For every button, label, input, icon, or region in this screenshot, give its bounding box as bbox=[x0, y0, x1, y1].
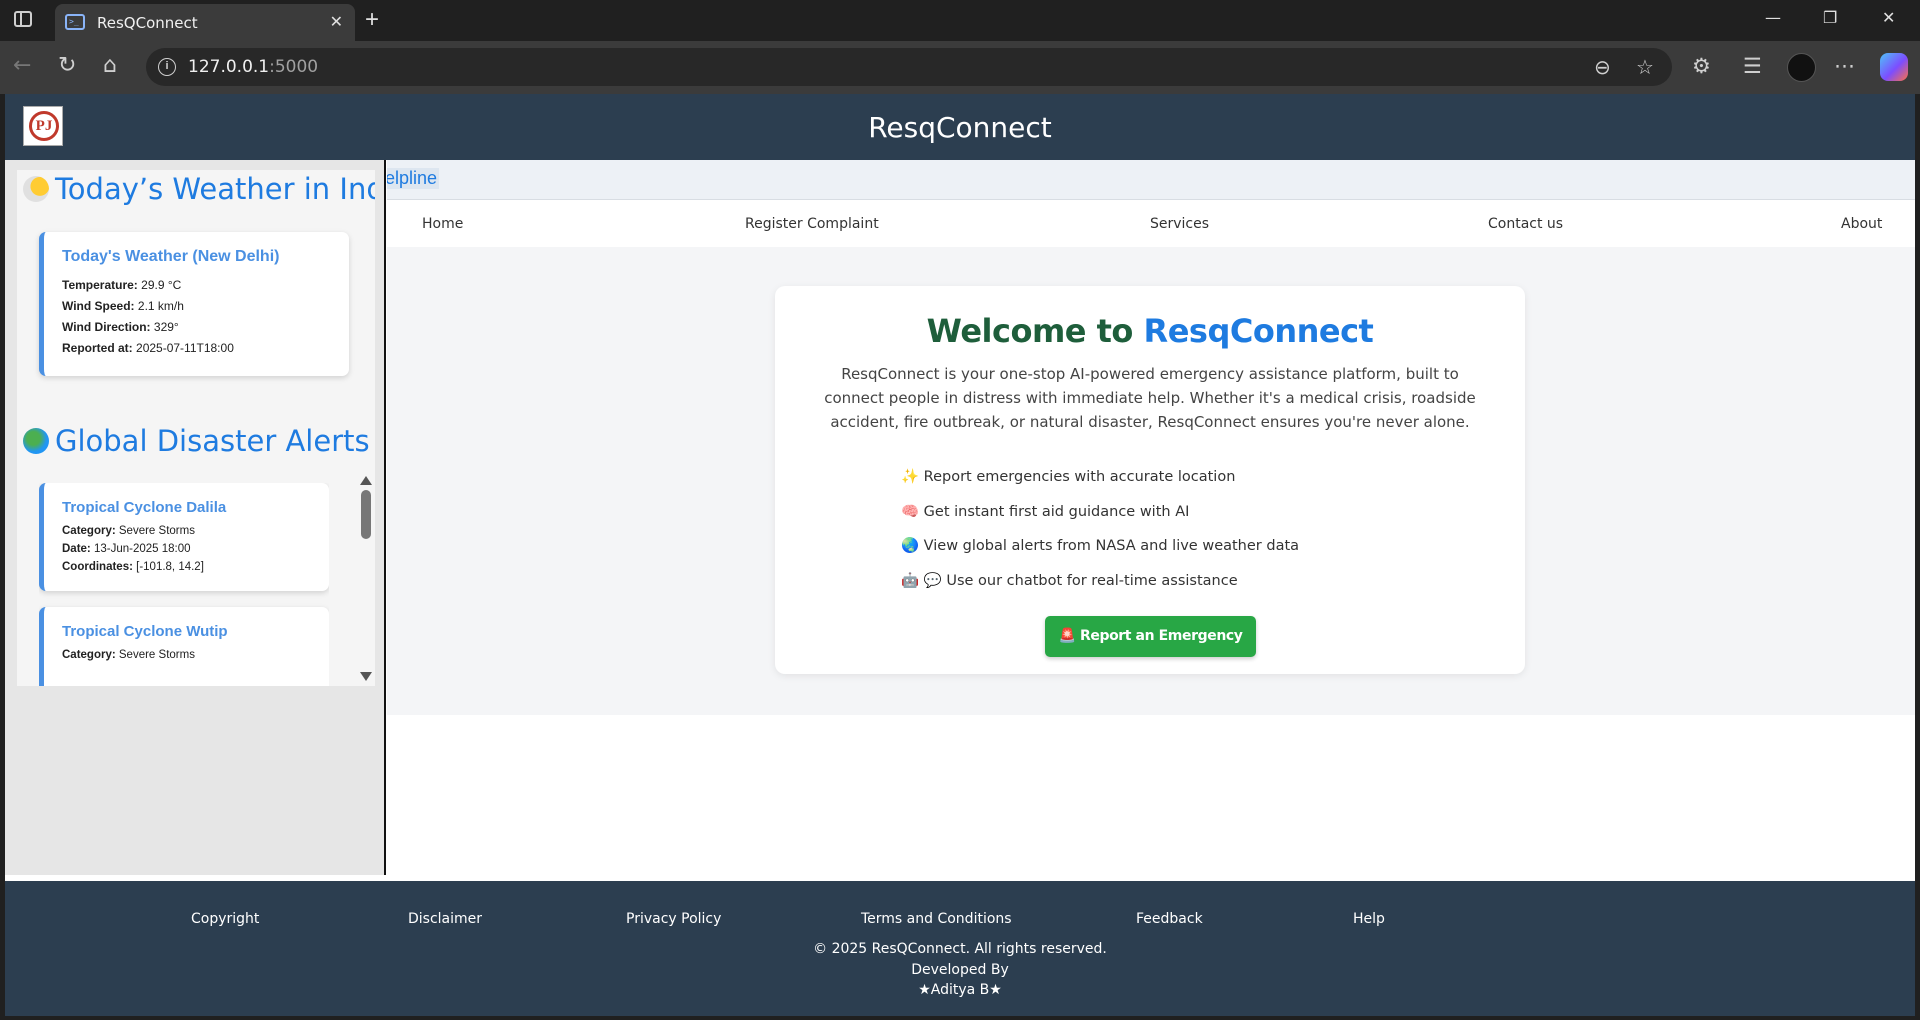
alert-coordinates: Coordinates: [-101.8, 14.2] bbox=[62, 561, 204, 573]
main-nav: Home Register Complaint Services Contact… bbox=[387, 201, 1915, 247]
zoom-out-icon[interactable]: ⊖ bbox=[1594, 55, 1611, 79]
report-emergency-button[interactable]: 🚨 Report an Emergency bbox=[1045, 616, 1256, 657]
welcome-card: Welcome to ResqConnect ResqConnect is yo… bbox=[775, 286, 1525, 674]
weather-temperature: Temperature: 29.9 °C bbox=[62, 278, 182, 292]
alert-card[interactable]: Tropical Cyclone Wutip Category: Severe … bbox=[39, 607, 329, 686]
alerts-heading: Global Disaster Alerts bbox=[23, 424, 370, 458]
nav-register-complaint[interactable]: Register Complaint bbox=[745, 216, 879, 232]
footer-copyright-link[interactable]: Copyright bbox=[191, 911, 259, 927]
feature-item: 🌏 View global alerts from NASA and live … bbox=[901, 538, 1300, 554]
reload-icon[interactable]: ↻ bbox=[58, 55, 76, 77]
site-title: ResqConnect bbox=[868, 111, 1052, 144]
welcome-description: ResqConnect is your one-stop AI-powered … bbox=[824, 365, 1476, 431]
new-tab-button[interactable]: + bbox=[365, 6, 379, 34]
feature-item: ✨ Report emergencies with accurate locat… bbox=[901, 469, 1236, 485]
sidebar-scroll-area[interactable]: Today’s Weather in India Today's Weather… bbox=[17, 170, 375, 686]
helpline-marquee: elpline bbox=[387, 160, 1915, 200]
nav-about[interactable]: About bbox=[1841, 216, 1882, 232]
footer-feedback-link[interactable]: Feedback bbox=[1136, 911, 1203, 927]
site-footer: Copyright Disclaimer Privacy Policy Term… bbox=[5, 881, 1915, 1016]
weather-reported-at: Reported at: 2025-07-11T18:00 bbox=[62, 341, 234, 355]
welcome-title: Welcome to ResqConnect bbox=[926, 312, 1374, 350]
weather-card: Today's Weather (New Delhi) Temperature:… bbox=[39, 232, 349, 376]
alert-title: Tropical Cyclone Wutip bbox=[62, 623, 228, 640]
footer-credits: © 2025 ResQConnect. All rights reserved.… bbox=[5, 939, 1915, 1001]
copilot-icon[interactable] bbox=[1880, 53, 1908, 81]
tab-title: ResQConnect bbox=[97, 14, 198, 32]
copyright-text: © 2025 ResQConnect. All rights reserved. bbox=[813, 941, 1107, 957]
home-icon[interactable]: ⌂ bbox=[103, 55, 117, 77]
close-window-button[interactable]: ✕ bbox=[1882, 8, 1895, 27]
feature-item: 🧠 Get instant first aid guidance with AI bbox=[901, 503, 1190, 520]
alert-card[interactable]: Tropical Cyclone Dalila Category: Severe… bbox=[39, 483, 329, 591]
footer-terms-link[interactable]: Terms and Conditions bbox=[861, 911, 1012, 927]
main-content: elpline Home Register Complaint Services… bbox=[387, 160, 1915, 875]
sun-cloud-icon bbox=[23, 176, 49, 202]
restore-button[interactable]: ❐ bbox=[1823, 8, 1837, 27]
browser-toolbar: ← ↻ ⌂ i 127.0.0.1:5000 ⊖ ☆ ⚙ ☰ ⋯ bbox=[0, 41, 1920, 94]
alert-date: Date: 13-Jun-2025 18:00 bbox=[62, 543, 191, 555]
site-header: PJ ResqConnect bbox=[5, 94, 1915, 160]
weather-wind-speed: Wind Speed: 2.1 km/h bbox=[62, 299, 184, 313]
favorites-icon[interactable]: ☰ bbox=[1743, 54, 1762, 78]
sidebar-toggle-icon[interactable] bbox=[14, 11, 32, 27]
footer-disclaimer-link[interactable]: Disclaimer bbox=[408, 911, 482, 927]
favorite-star-icon[interactable]: ☆ bbox=[1636, 55, 1654, 79]
back-arrow-icon[interactable]: ← bbox=[13, 55, 31, 77]
minimize-button[interactable]: — bbox=[1765, 8, 1781, 27]
browser-tab-strip: >_ ResQConnect ✕ + — ❐ ✕ bbox=[0, 0, 1920, 41]
footer-help-link[interactable]: Help bbox=[1353, 911, 1385, 927]
url-text[interactable]: 127.0.0.1:5000 bbox=[188, 57, 318, 77]
site-info-icon[interactable]: i bbox=[158, 58, 176, 76]
alert-category: Category: Severe Storms bbox=[62, 649, 195, 661]
feature-list: ✨ Report emergencies with accurate locat… bbox=[901, 468, 1401, 606]
alert-title: Tropical Cyclone Dalila bbox=[62, 499, 227, 516]
alert-category: Category: Severe Storms bbox=[62, 525, 195, 537]
developed-by-text: Developed By bbox=[911, 961, 1009, 978]
web-page: PJ ResqConnect Today’s Weather in India … bbox=[5, 94, 1915, 1016]
scroll-up-arrow-icon[interactable] bbox=[360, 476, 372, 485]
nav-contact-us[interactable]: Contact us bbox=[1488, 216, 1563, 232]
alerts-list[interactable]: Tropical Cyclone Dalila Category: Severe… bbox=[39, 483, 329, 686]
terminal-favicon-icon: >_ bbox=[65, 14, 85, 30]
globe-icon bbox=[23, 428, 49, 454]
info-sidebar: Today’s Weather in India Today's Weather… bbox=[5, 160, 386, 875]
weather-heading: Today’s Weather in India bbox=[23, 172, 375, 206]
address-bar[interactable]: i 127.0.0.1:5000 ⊖ ☆ bbox=[146, 48, 1672, 86]
marquee-text[interactable]: elpline bbox=[387, 168, 440, 189]
scroll-down-arrow-icon[interactable] bbox=[360, 672, 372, 681]
more-menu-icon[interactable]: ⋯ bbox=[1834, 54, 1855, 78]
browser-tab[interactable]: >_ ResQConnect ✕ bbox=[55, 4, 355, 41]
profile-avatar[interactable] bbox=[1787, 53, 1816, 82]
nav-home[interactable]: Home bbox=[422, 216, 463, 232]
tab-close-icon[interactable]: ✕ bbox=[330, 12, 343, 32]
weather-wind-direction: Wind Direction: 329° bbox=[62, 320, 179, 334]
developer-name: ★Aditya B★ bbox=[918, 982, 1002, 998]
footer-privacy-link[interactable]: Privacy Policy bbox=[626, 911, 721, 927]
feature-item: 🤖 💬 Use our chatbot for real-time assist… bbox=[901, 572, 1238, 589]
weather-card-title: Today's Weather (New Delhi) bbox=[62, 248, 280, 265]
nav-services[interactable]: Services bbox=[1150, 216, 1209, 232]
extensions-icon[interactable]: ⚙ bbox=[1692, 54, 1711, 78]
scrollbar-thumb[interactable] bbox=[361, 490, 371, 539]
